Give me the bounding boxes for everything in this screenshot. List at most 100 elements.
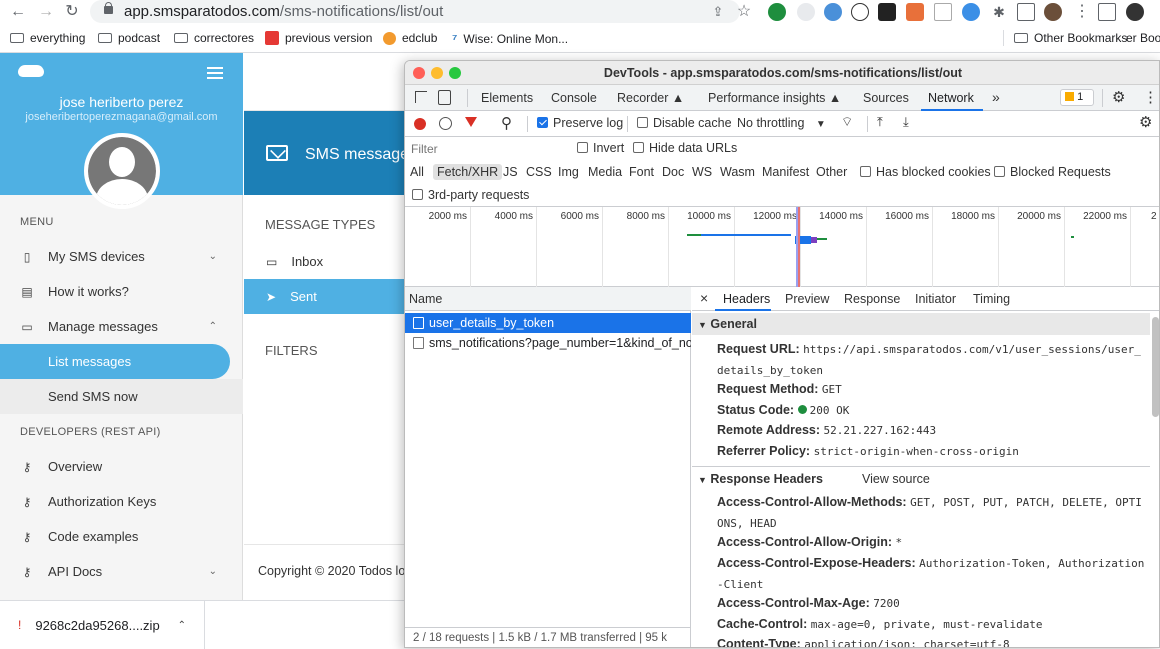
record-icon[interactable]	[414, 118, 426, 130]
type-filter-font[interactable]: Font	[629, 165, 654, 179]
extension-icon[interactable]	[1126, 3, 1144, 21]
has-blocked-cookies-checkbox[interactable]: Has blocked cookies	[860, 165, 991, 179]
type-filter-css[interactable]: CSS	[526, 165, 552, 179]
type-filter-doc[interactable]: Doc	[662, 165, 684, 179]
bookmark-other[interactable]: Other Bookmarks	[1014, 31, 1127, 45]
hide-data-urls-checkbox[interactable]: Hide data URLs	[633, 141, 737, 155]
bookmark-overflow[interactable]: er Boo	[1126, 31, 1160, 45]
puzzle-icon[interactable]: ✱	[989, 2, 1009, 22]
share-icon[interactable]: ⇪	[708, 2, 728, 22]
message-type-sent[interactable]: ➤ Sent	[244, 279, 404, 314]
sidebar-item-overview[interactable]: ⚷ Overview	[0, 449, 243, 484]
type-filter-manifest[interactable]: Manifest	[762, 165, 809, 179]
view-source-link[interactable]: View source	[862, 472, 930, 486]
scrollbar-thumb[interactable]	[1152, 317, 1159, 417]
type-filter-media[interactable]: Media	[588, 165, 622, 179]
kebab-menu-icon[interactable]: ⋮	[1143, 88, 1158, 106]
more-tabs-button[interactable]: »	[992, 89, 1000, 105]
sidebar-item-api-docs[interactable]: ⚷ API Docs ⌄	[0, 554, 243, 589]
tab-timing[interactable]: Timing	[973, 292, 1010, 306]
extension-icon[interactable]	[824, 3, 842, 21]
bookmark-wise[interactable]: ⁷ Wise: Online Mon...	[452, 31, 568, 46]
disable-cache-checkbox[interactable]: Disable cache	[637, 116, 732, 130]
network-settings-gear-icon[interactable]: ⚙	[1139, 113, 1152, 131]
chrome-menu-icon[interactable]: ⋮	[1072, 2, 1092, 22]
table-row[interactable]: sms_notifications?page_number=1&kind_of_…	[405, 333, 691, 353]
issues-badge[interactable]: 1	[1060, 89, 1094, 106]
filter-input[interactable]	[409, 140, 564, 158]
bookmark-correctores[interactable]: correctores	[174, 31, 254, 45]
third-party-checkbox[interactable]: 3rd-party requests	[412, 188, 529, 202]
sidepanel-icon[interactable]	[1017, 3, 1035, 21]
bookmark-star-icon[interactable]: ☆	[734, 2, 754, 22]
extension-icon[interactable]	[962, 3, 980, 21]
divider	[692, 466, 1150, 467]
invert-checkbox[interactable]: Invert	[577, 141, 624, 155]
export-har-icon[interactable]: ⤓	[903, 114, 909, 130]
extension-icon[interactable]	[797, 3, 815, 21]
close-detail-icon[interactable]: ×	[700, 290, 708, 306]
network-overview-timeline[interactable]: 2000 ms 4000 ms 6000 ms 8000 ms 10000 ms…	[405, 207, 1159, 287]
bookmark-everything[interactable]: everything	[10, 31, 85, 45]
header-row: Content-Type: application/json; charset=…	[717, 634, 1147, 647]
tab-console[interactable]: Console	[551, 91, 597, 105]
search-icon[interactable]: ⚲	[501, 114, 512, 132]
import-har-icon[interactable]: ⤒	[877, 114, 883, 130]
tab-performance-insights[interactable]: Performance insights ▲	[708, 91, 841, 105]
chevron-up-icon[interactable]: ⌃	[178, 620, 186, 631]
back-icon[interactable]: ←	[8, 2, 28, 22]
reload-icon[interactable]: ↻	[62, 2, 82, 22]
clear-icon[interactable]	[439, 117, 452, 130]
request-table-header[interactable]: Name	[405, 287, 691, 311]
bookmark-edclub[interactable]: edclub	[383, 31, 437, 45]
tab-initiator[interactable]: Initiator	[915, 292, 956, 306]
throttling-select[interactable]: No throttling ▼	[737, 116, 826, 130]
message-type-inbox[interactable]: ▭ Inbox	[244, 244, 404, 279]
preserve-log-checkbox[interactable]: Preserve log	[537, 116, 623, 130]
tab-response[interactable]: Response	[844, 292, 900, 306]
tab-icon[interactable]	[1098, 3, 1116, 21]
inspect-element-icon[interactable]	[415, 91, 427, 103]
tab-recorder[interactable]: Recorder ▲	[617, 91, 684, 105]
device-toolbar-icon[interactable]	[438, 90, 451, 105]
sidebar-item-list-messages[interactable]: List messages	[0, 344, 230, 379]
sidebar-item-send-sms-now[interactable]: Send SMS now	[0, 379, 243, 414]
network-conditions-icon[interactable]: ⌔	[841, 114, 853, 130]
extension-icon[interactable]	[934, 3, 952, 21]
type-filter-img[interactable]: Img	[558, 165, 579, 179]
type-filter-ws[interactable]: WS	[692, 165, 712, 179]
type-filter-fetch-xhr[interactable]: Fetch/XHR	[433, 164, 503, 180]
tab-label: Recorder	[617, 91, 669, 105]
sidebar-item-manage-messages[interactable]: ▭ Manage messages ⌃	[0, 309, 243, 344]
forward-icon[interactable]: →	[36, 2, 56, 22]
type-filter-wasm[interactable]: Wasm	[720, 165, 755, 179]
sidebar-item-authorization-keys[interactable]: ⚷ Authorization Keys	[0, 484, 243, 519]
tab-preview[interactable]: Preview	[785, 292, 829, 306]
grammarly-icon[interactable]	[768, 3, 786, 21]
settings-gear-icon[interactable]: ⚙	[1112, 88, 1125, 106]
blocked-requests-checkbox[interactable]: Blocked Requests	[994, 165, 1111, 179]
hamburger-menu-icon[interactable]	[207, 67, 223, 79]
extension-icon[interactable]	[851, 3, 869, 21]
bookmark-previous-version[interactable]: previous version	[265, 31, 372, 45]
sidebar-item-code-examples[interactable]: ⚷ Code examples	[0, 519, 243, 554]
type-filter-js[interactable]: JS	[503, 165, 518, 179]
checkbox-unchecked	[412, 189, 423, 200]
tab-network[interactable]: Network	[928, 91, 974, 105]
table-row[interactable]: user_details_by_token	[405, 313, 691, 333]
type-filter-all[interactable]: All	[410, 165, 424, 179]
download-item[interactable]: ! 9268c2da95268....zip ⌃	[0, 601, 205, 649]
sidebar-item-how-it-works[interactable]: ▤ How it works?	[0, 274, 243, 309]
profile-avatar[interactable]	[1044, 3, 1062, 21]
bookmark-podcast[interactable]: podcast	[98, 31, 160, 45]
tab-elements[interactable]: Elements	[481, 91, 533, 105]
tab-sources[interactable]: Sources	[863, 91, 909, 105]
type-filter-other[interactable]: Other	[816, 165, 847, 179]
tab-headers[interactable]: Headers	[723, 292, 770, 306]
extension-icon[interactable]	[878, 3, 896, 21]
filter-funnel-icon[interactable]	[465, 117, 477, 127]
extension-icon[interactable]	[906, 3, 924, 21]
header-key: Request URL:	[717, 342, 800, 356]
sidebar-item-my-sms-devices[interactable]: ▯ My SMS devices ⌄	[0, 239, 243, 274]
general-section-header[interactable]: ▼ General	[692, 313, 1150, 335]
